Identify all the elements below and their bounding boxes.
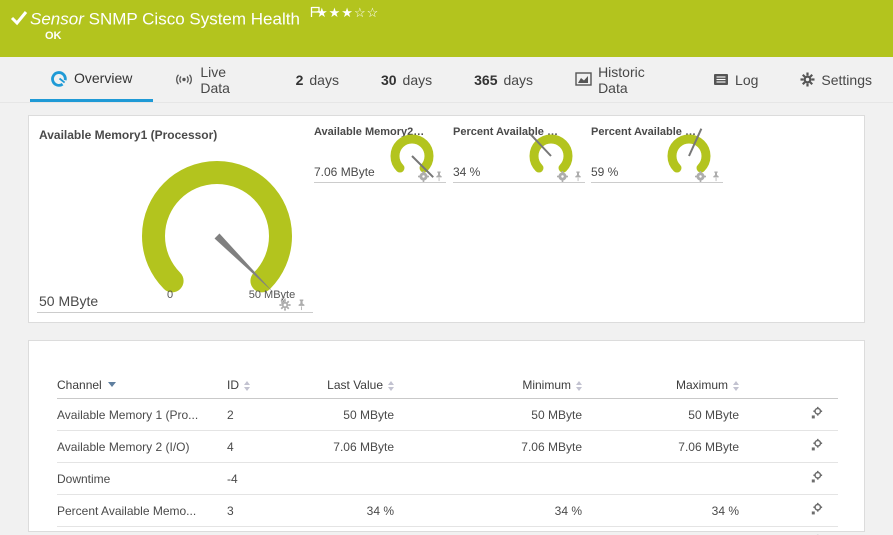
chart-icon xyxy=(575,72,592,87)
tab-365-days[interactable]: 365 days xyxy=(453,57,554,102)
gauge-pin-icon[interactable] xyxy=(711,171,721,182)
log-icon xyxy=(713,73,729,86)
gauge-pin-icon[interactable] xyxy=(434,171,444,182)
channel-id-cell: -4 xyxy=(227,463,299,495)
table-header-row: Channel ID Last Value Minimum Maximum xyxy=(57,373,838,399)
tab-settings[interactable]: Settings xyxy=(779,57,893,102)
gauge-available-memory2: Available Memory2 (I/O) 7.06 MByte xyxy=(314,126,446,183)
gauge-settings-gear-icon[interactable] xyxy=(695,171,706,182)
tab-30-days-label: days xyxy=(403,72,433,88)
maximum-cell: 7.06 MByte xyxy=(582,431,739,463)
gauge-current-value: 59 % xyxy=(591,165,618,179)
column-header-actions xyxy=(739,373,838,399)
tab-30-days-number: 30 xyxy=(381,72,397,88)
last-value-cell: 59 % xyxy=(299,527,394,535)
channel-settings-gears-icon[interactable] xyxy=(809,406,823,420)
maximum-cell: 59 % xyxy=(582,527,739,535)
gauge-scale-min: 0 xyxy=(155,289,185,301)
tab-2-days-label: days xyxy=(309,72,339,88)
minimum-cell: 7.06 MByte xyxy=(394,431,582,463)
last-value-cell: 34 % xyxy=(299,495,394,527)
minimum-cell: 34 % xyxy=(394,495,582,527)
channel-name-cell[interactable]: Downtime xyxy=(57,463,227,495)
sort-icon xyxy=(733,381,739,391)
tab-365-days-number: 365 xyxy=(474,72,497,88)
channel-id-cell: 4 xyxy=(227,431,299,463)
gauge-pin-icon[interactable] xyxy=(573,171,583,182)
channel-table-panel: Channel ID Last Value Minimum Maximum Av… xyxy=(28,340,865,532)
gauge-icon xyxy=(51,70,68,87)
maximum-cell: 34 % xyxy=(582,495,739,527)
gauge-settings-gear-icon[interactable] xyxy=(279,299,291,311)
channel-settings-gears-icon[interactable] xyxy=(809,470,823,484)
tab-overview-label: Overview xyxy=(74,70,132,86)
minimum-cell: 59 % xyxy=(394,527,582,535)
channel-id-cell: 3 xyxy=(227,495,299,527)
last-value-cell: 50 MByte xyxy=(299,399,394,431)
channel-id-cell: 5 xyxy=(227,527,299,535)
gauge-available-memory1: Available Memory1 (Processor) x̄ 0 50 MB… xyxy=(37,126,313,313)
tab-2-days[interactable]: 2 days xyxy=(275,57,360,102)
tab-log-label: Log xyxy=(735,72,758,88)
minimum-cell xyxy=(394,463,582,495)
gauge-current-value: 7.06 MByte xyxy=(314,165,375,179)
table-row[interactable]: Available Memory 2 (I/O) 4 7.06 MByte 7.… xyxy=(57,431,838,463)
tab-30-days[interactable]: 30 days xyxy=(360,57,453,102)
column-header-last-value[interactable]: Last Value xyxy=(299,373,394,399)
column-header-id[interactable]: ID xyxy=(227,373,299,399)
tab-overview[interactable]: Overview xyxy=(30,57,153,102)
channel-settings-gears-icon[interactable] xyxy=(809,502,823,516)
tab-historic-data[interactable]: Historic Data xyxy=(554,57,692,102)
gauge-title: Available Memory1 (Processor) xyxy=(37,126,313,142)
page-title: SNMP Cisco System Health xyxy=(89,10,300,29)
gauge-settings-gear-icon[interactable] xyxy=(557,171,568,182)
table-row[interactable]: Available Memory 1 (Pro... 2 50 MByte 50… xyxy=(57,399,838,431)
table-row[interactable]: Percent Available Memo... 5 59 % 59 % 59… xyxy=(57,527,838,535)
tab-settings-label: Settings xyxy=(821,72,872,88)
channel-settings-gears-icon[interactable] xyxy=(809,438,823,452)
gauge-percent-available-memory-1: Percent Available Mem... 34 % xyxy=(453,126,585,183)
gauge-percent-available-memory-2: Percent Available Mem... 59 % xyxy=(591,126,723,183)
column-header-channel[interactable]: Channel xyxy=(57,373,227,399)
last-value-cell: 7.06 MByte xyxy=(299,431,394,463)
gauge-dial: x̄ xyxy=(132,151,312,309)
gauge-current-value: 50 MByte xyxy=(39,293,98,309)
channel-table: Channel ID Last Value Minimum Maximum Av… xyxy=(57,373,838,535)
channel-id-cell: 2 xyxy=(227,399,299,431)
sensor-header: Sensor SNMP Cisco System Health ★★★☆☆ OK xyxy=(0,0,893,57)
sort-icon xyxy=(244,381,250,391)
maximum-cell xyxy=(582,463,739,495)
column-header-minimum[interactable]: Minimum xyxy=(394,373,582,399)
maximum-cell: 50 MByte xyxy=(582,399,739,431)
sort-icon xyxy=(388,381,394,391)
gauge-pin-icon[interactable] xyxy=(296,299,307,311)
table-row[interactable]: Downtime -4 xyxy=(57,463,838,495)
last-value-cell xyxy=(299,463,394,495)
channel-name-cell[interactable]: Available Memory 1 (Pro... xyxy=(57,399,227,431)
tab-live-data-label: Live Data xyxy=(200,64,253,96)
sort-desc-icon xyxy=(108,382,116,387)
broadcast-icon xyxy=(174,72,194,87)
priority-stars[interactable]: ★★★☆☆ xyxy=(316,5,379,21)
tab-live-data[interactable]: Live Data xyxy=(153,57,274,102)
tab-bar: Overview Live Data 2 days 30 days 365 da… xyxy=(0,57,893,103)
minimum-cell: 50 MByte xyxy=(394,399,582,431)
sort-icon xyxy=(576,381,582,391)
tab-365-days-label: days xyxy=(503,72,533,88)
channel-name-cell[interactable]: Available Memory 2 (I/O) xyxy=(57,431,227,463)
channel-name-cell[interactable]: Percent Available Memo... xyxy=(57,495,227,527)
gauges-panel: Available Memory1 (Processor) x̄ 0 50 MB… xyxy=(28,115,865,323)
sensor-kind-label: Sensor xyxy=(30,10,84,29)
status-badge: OK xyxy=(45,30,62,42)
tab-2-days-number: 2 xyxy=(296,72,304,88)
gear-icon xyxy=(800,72,815,87)
tab-log[interactable]: Log xyxy=(692,57,779,102)
status-ok-check-icon xyxy=(10,10,28,26)
channel-name-cell[interactable]: Percent Available Memo... xyxy=(57,527,227,535)
gauge-current-value: 34 % xyxy=(453,165,480,179)
tab-historic-data-label: Historic Data xyxy=(598,64,671,96)
table-row[interactable]: Percent Available Memo... 3 34 % 34 % 34… xyxy=(57,495,838,527)
gauge-settings-gear-icon[interactable] xyxy=(418,171,429,182)
column-header-maximum[interactable]: Maximum xyxy=(582,373,739,399)
